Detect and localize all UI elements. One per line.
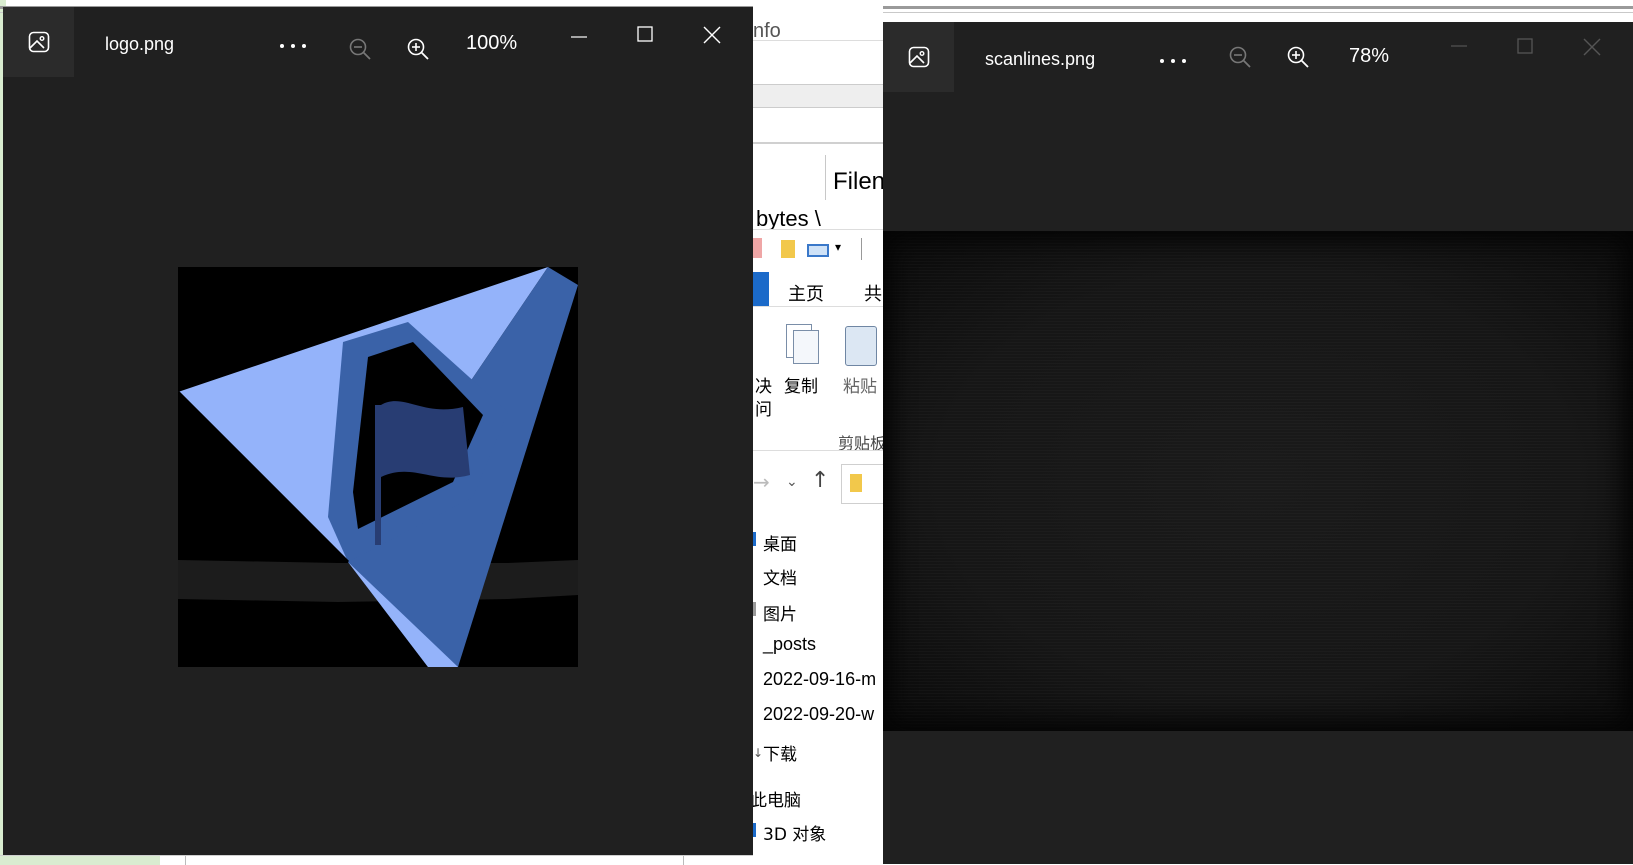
ribbon-label-fragment-2: 问: [755, 400, 772, 420]
desktop-folder-icon: [753, 532, 756, 546]
nav-item-pictures[interactable]: 图片: [763, 600, 797, 625]
zoom-in-icon[interactable]: [405, 36, 431, 62]
column-separator: [825, 155, 826, 200]
zoom-in-icon[interactable]: [1285, 44, 1311, 70]
pictures-folder-icon: [753, 602, 756, 616]
minimize-icon[interactable]: [569, 27, 589, 47]
undo-icon[interactable]: [753, 238, 762, 258]
downloads-icon: ↓: [753, 746, 764, 760]
file-tab[interactable]: [753, 272, 769, 306]
3d-objects-icon: [753, 823, 756, 837]
photos-viewer-scanlines: scanlines.png 78%: [883, 22, 1633, 864]
more-icon[interactable]: [275, 31, 311, 61]
nav-item-3d-objects[interactable]: 3D 对象: [763, 820, 826, 845]
toolbar-separator: [861, 238, 862, 260]
forward-icon[interactable]: →: [753, 470, 770, 494]
nav-item-file-2[interactable]: 2022-09-20-w: [763, 704, 874, 725]
viewer-filename: logo.png: [105, 34, 175, 54]
rename-icon[interactable]: [807, 244, 829, 257]
zoom-out-icon[interactable]: [1227, 44, 1253, 70]
zoom-out-icon[interactable]: [347, 36, 373, 62]
ribbon-divider: [753, 306, 883, 307]
explorer-toolbar-band: [753, 84, 883, 108]
paste-icon[interactable]: [845, 326, 877, 366]
ribbon-label-fragment: 决: [755, 377, 772, 397]
image-app-icon[interactable]: [3, 7, 74, 77]
recent-dropdown-icon[interactable]: ⌄: [786, 474, 798, 490]
tab-home[interactable]: 主页: [788, 280, 824, 306]
tab-share[interactable]: 共: [864, 280, 882, 306]
explorer-divider: [753, 142, 883, 144]
logo-image[interactable]: [176, 267, 578, 667]
image-app-icon[interactable]: [883, 22, 954, 92]
address-bar[interactable]: [841, 464, 883, 504]
nav-item-posts[interactable]: _posts: [763, 634, 816, 655]
file-name-header[interactable]: Filen: [833, 168, 883, 196]
close-icon[interactable]: [1581, 36, 1603, 58]
maximize-icon[interactable]: [1515, 36, 1535, 56]
up-arrow-icon[interactable]: ↑: [811, 468, 829, 493]
copy-button[interactable]: 复制: [784, 372, 818, 397]
folder-icon: [850, 474, 862, 492]
file-explorer-window: nfo Filen bytes \ ▾ 主页 共 决 问 复制 粘贴 剪贴板 →…: [753, 0, 883, 864]
nav-item-documents[interactable]: 文档: [763, 564, 797, 589]
maximize-icon[interactable]: [635, 24, 655, 44]
explorer-address-area: [753, 40, 883, 85]
viewer-filename: scanlines.png: [985, 49, 1096, 69]
nav-item-desktop[interactable]: 桌面: [763, 530, 797, 555]
viewer-titlebar[interactable]: logo.png 100%: [3, 7, 753, 77]
zoom-level[interactable]: 78%: [1349, 45, 1389, 68]
quick-access-toolbar: ▾: [753, 229, 883, 272]
paste-button[interactable]: 粘贴: [843, 372, 877, 397]
copy-icon-back: [793, 330, 819, 364]
scanlines-image[interactable]: [883, 231, 1633, 731]
viewer-titlebar[interactable]: scanlines.png 78%: [883, 22, 1633, 92]
customize-dropdown-icon[interactable]: ▾: [835, 240, 841, 254]
folder-icon[interactable]: [781, 240, 795, 258]
more-icon[interactable]: [1155, 46, 1191, 76]
minimize-icon[interactable]: [1449, 36, 1469, 56]
nav-item-downloads[interactable]: 下载: [763, 740, 797, 765]
zoom-level[interactable]: 100%: [466, 32, 517, 55]
nav-item-this-pc[interactable]: 此电脑: [753, 786, 801, 811]
ribbon-bottom-divider: [753, 450, 883, 451]
nav-item-file-1[interactable]: 2022-09-16-m: [763, 669, 876, 690]
photos-viewer-logo: logo.png 100%: [3, 7, 753, 855]
close-icon[interactable]: [701, 24, 723, 46]
